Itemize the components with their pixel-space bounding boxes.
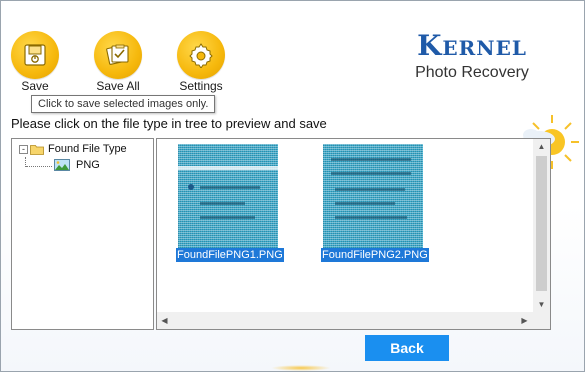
back-button[interactable]: Back xyxy=(365,335,449,361)
tooltip: Click to save selected images only. xyxy=(31,95,216,113)
save-label: Save xyxy=(21,79,49,93)
decorative-glow xyxy=(271,365,331,371)
preview-panel[interactable]: FoundFilePNG1.PNG FoundFilePNG2.PNG ▲ ▼ … xyxy=(156,138,551,330)
file-name-label[interactable]: FoundFilePNG2.PNG xyxy=(321,248,429,262)
save-button[interactable]: Save xyxy=(3,31,67,93)
tree-node-label: PNG xyxy=(76,159,100,171)
brand-name: Kernel xyxy=(417,29,527,62)
save-all-label: Save All xyxy=(96,79,140,93)
tree-node-png[interactable]: PNG xyxy=(54,159,100,171)
horizontal-scrollbar[interactable]: ◀ ▶ xyxy=(157,312,534,329)
scrollbar-thumb[interactable] xyxy=(536,156,547,291)
image-icon xyxy=(54,159,70,171)
vertical-scrollbar[interactable]: ▲ ▼ xyxy=(533,139,550,313)
save-icon xyxy=(11,31,59,79)
settings-label: Settings xyxy=(179,79,223,93)
scroll-left-icon[interactable]: ◀ xyxy=(157,312,172,329)
settings-button[interactable]: Settings xyxy=(169,31,233,93)
save-all-icon xyxy=(94,31,142,79)
file-name-label[interactable]: FoundFilePNG1.PNG xyxy=(176,248,284,262)
gear-icon xyxy=(177,31,225,79)
app-window: Save Save All Settings Click to save sel… xyxy=(0,0,585,372)
folder-icon xyxy=(30,144,44,155)
tree-node-label: Found File Type xyxy=(48,143,127,155)
tree-node-found-file-type[interactable]: - Found File Type xyxy=(19,143,127,155)
tree-connector xyxy=(26,166,52,167)
file-type-tree[interactable]: - Found File Type PNG xyxy=(11,138,154,330)
collapse-icon[interactable]: - xyxy=(19,144,28,154)
scroll-up-icon[interactable]: ▲ xyxy=(533,139,550,154)
save-all-button[interactable]: Save All xyxy=(86,31,150,93)
scrollbar-corner xyxy=(533,312,550,329)
product-name: Photo Recovery xyxy=(415,64,529,81)
thumbnail-image[interactable] xyxy=(178,144,278,249)
thumbnail-image[interactable] xyxy=(323,144,423,249)
brand-logo: Kernel Photo Recovery xyxy=(397,29,547,82)
scroll-down-icon[interactable]: ▼ xyxy=(533,297,550,312)
scroll-right-icon[interactable]: ▶ xyxy=(517,312,532,329)
instruction-text: Please click on the file type in tree to… xyxy=(11,116,327,131)
